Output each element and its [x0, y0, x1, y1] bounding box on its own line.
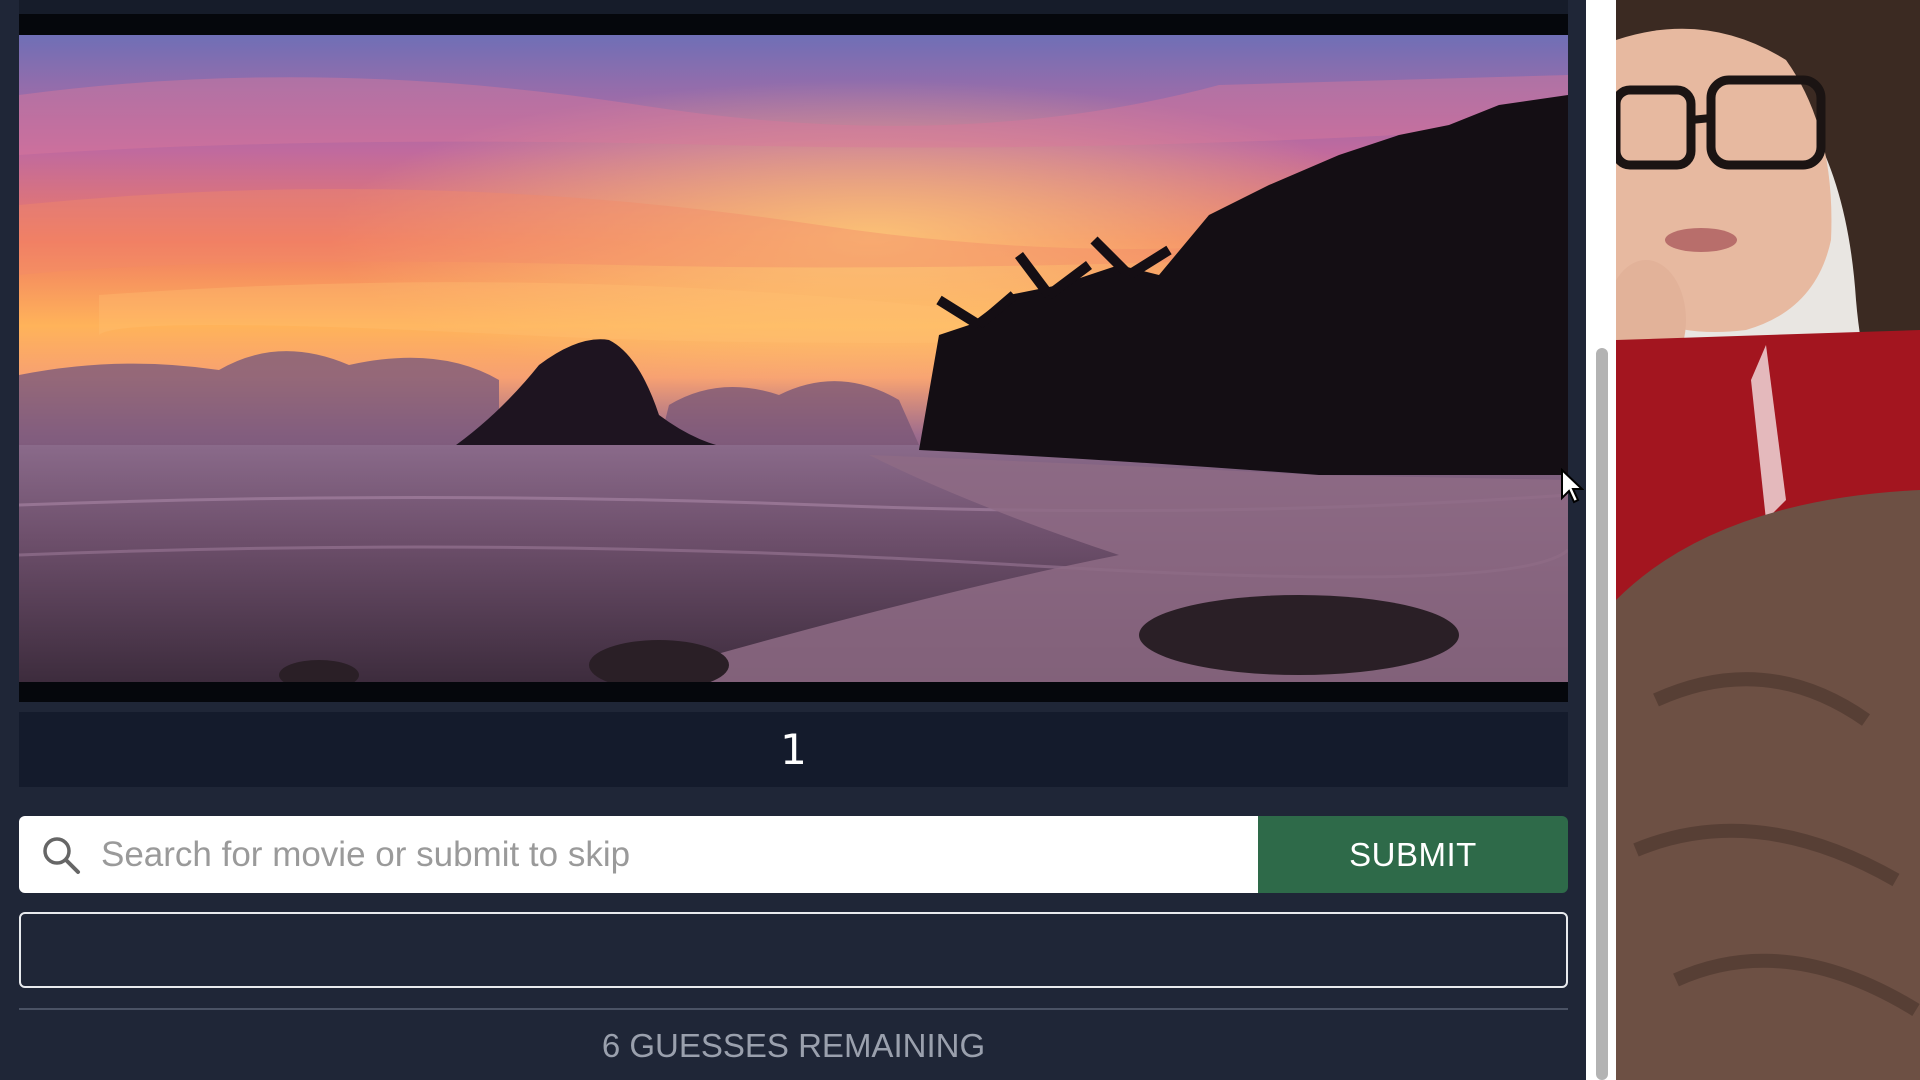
mouse-cursor-icon	[1561, 468, 1584, 504]
scrollbar-thumb[interactable]	[1596, 348, 1608, 1080]
search-icon	[43, 836, 80, 874]
movie-frame-viewer	[19, 14, 1568, 702]
top-strip	[19, 0, 1568, 14]
submit-button[interactable]: SUBMIT	[1258, 816, 1568, 893]
webcam-overlay	[1616, 0, 1920, 1080]
game-area: 1 SUBMIT 6 GUESSES REMAINING	[0, 0, 1586, 1080]
sunset-beach-frame	[19, 35, 1568, 682]
guess-form: SUBMIT	[19, 816, 1568, 893]
search-input[interactable]	[99, 816, 1258, 893]
frame-number: 1	[19, 712, 1568, 787]
search-box[interactable]	[19, 816, 1258, 893]
webcam-feed-image	[1616, 0, 1920, 1080]
divider	[19, 1008, 1568, 1010]
guess-slot	[19, 912, 1568, 988]
guesses-remaining-label: 6 GUESSES REMAINING	[601, 1027, 986, 1064]
movie-frame-image	[19, 35, 1568, 682]
